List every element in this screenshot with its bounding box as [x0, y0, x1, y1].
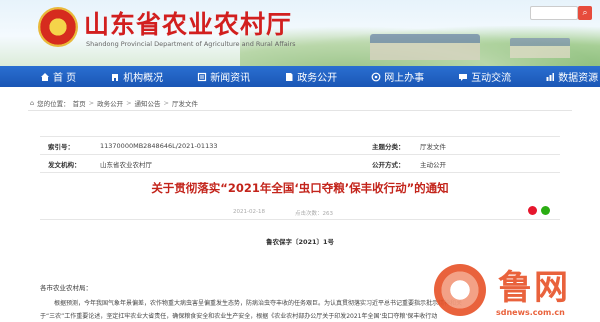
service-icon: [371, 72, 381, 82]
nav-item-gov-open[interactable]: 政务公开: [284, 69, 337, 84]
nav-label-news: 新闻资讯: [210, 73, 251, 84]
nav-item-interaction[interactable]: 互动交流: [458, 69, 511, 84]
news-icon: [197, 72, 207, 82]
breadcrumb-gov-open[interactable]: 政务公开: [97, 98, 123, 108]
chat-icon: [458, 72, 468, 82]
open-method-value: 主动公开: [420, 160, 446, 169]
read-count-value: 263: [322, 211, 334, 217]
nav-item-online-service[interactable]: 网上办事: [371, 69, 424, 84]
article-meta: 2021-02-18 点击次数：263: [40, 206, 560, 220]
issuer-label: 发文机构：: [48, 160, 81, 169]
search-input[interactable]: [530, 6, 578, 20]
document-number: 鲁农保字〔2021〕1号: [265, 238, 335, 246]
table-row: 索引号： 11370000MB2848646L/2021-01133 主题分类：…: [40, 137, 560, 155]
breadcrumb: ⌂ 您的位置： 首页 > 政务公开 > 通知公告 > 厅发文件: [28, 95, 572, 111]
wechat-share-icon[interactable]: [541, 206, 550, 215]
header-banner: 山东省农业农村厅 Shandong Provincial Department …: [0, 0, 600, 66]
nav-label-about: 机构概况: [123, 73, 164, 84]
issuer-value: 山东省农业农村厅: [100, 160, 152, 169]
watermark-text: 鲁网: [498, 268, 570, 308]
table-row: 发文机构： 山东省农业农村厅 公开方式： 主动公开: [40, 155, 560, 173]
breadcrumb-dept-docs[interactable]: 厅发文件: [172, 98, 198, 108]
open-method-label: 公开方式：: [372, 160, 405, 169]
read-count-label: 点击次数：: [295, 211, 323, 217]
breadcrumb-prefix: 您的位置：: [37, 99, 70, 108]
watermark: 鲁网 sdnews.com.cn: [432, 258, 592, 322]
nav-label-interaction: 互动交流: [471, 73, 512, 84]
data-icon: [545, 72, 555, 82]
category-label: 主题分类：: [372, 142, 405, 151]
nav-label-gov-open: 政务公开: [297, 73, 338, 84]
watermark-logo-icon: [434, 264, 486, 316]
breadcrumb-separator: >: [126, 98, 132, 107]
breadcrumb-separator: >: [88, 98, 95, 107]
watermark-url: sdnews.com.cn: [496, 308, 565, 317]
category-value: 厅发文件: [420, 142, 446, 151]
nav-item-news[interactable]: 新闻资讯: [197, 69, 250, 84]
site-subtitle: Shandong Provincial Department of Agricu…: [86, 40, 296, 48]
village-decoration: [370, 34, 480, 60]
search-icon: ⌕: [582, 8, 588, 18]
site-title[interactable]: 山东省农业农村厅: [84, 5, 292, 41]
breadcrumb-separator: >: [163, 98, 169, 107]
nav-label-home: 首 页: [53, 73, 77, 84]
read-count: 点击次数：263: [295, 209, 333, 217]
nav-label-data: 数据资源: [558, 73, 599, 84]
breadcrumb-notices[interactable]: 通知公告: [135, 98, 161, 108]
document-icon: [284, 72, 294, 82]
home-icon: [40, 72, 50, 82]
index-label: 索引号：: [48, 142, 74, 151]
document-info-table: 索引号： 11370000MB2848646L/2021-01133 主题分类：…: [40, 136, 560, 173]
salutation: 各市农业农村局：: [40, 284, 92, 292]
national-emblem-icon: [38, 7, 78, 47]
share-buttons: [528, 206, 550, 215]
village-decoration-2: [510, 38, 570, 58]
weibo-share-icon[interactable]: [528, 206, 537, 215]
main-nav: 首 页 机构概况 新闻资讯 政务公开 网上办事 互动交流 数据资源: [0, 66, 600, 87]
building-icon: [110, 72, 120, 82]
breadcrumb-home[interactable]: 首页: [73, 98, 86, 108]
nav-item-about[interactable]: 机构概况: [110, 69, 163, 84]
publish-date: 2021-02-18: [233, 209, 265, 215]
nav-label-online-service: 网上办事: [384, 73, 425, 84]
location-icon: ⌂: [30, 98, 35, 107]
nav-item-data[interactable]: 数据资源: [545, 69, 598, 84]
article-title: 关于贯彻落实“2021年全国‘虫口夺粮’保丰收行动”的通知: [151, 181, 449, 195]
search-button[interactable]: ⌕: [578, 6, 592, 20]
nav-item-home[interactable]: 首 页: [40, 69, 76, 84]
index-value: 11370000MB2848646L/2021-01133: [100, 141, 218, 150]
